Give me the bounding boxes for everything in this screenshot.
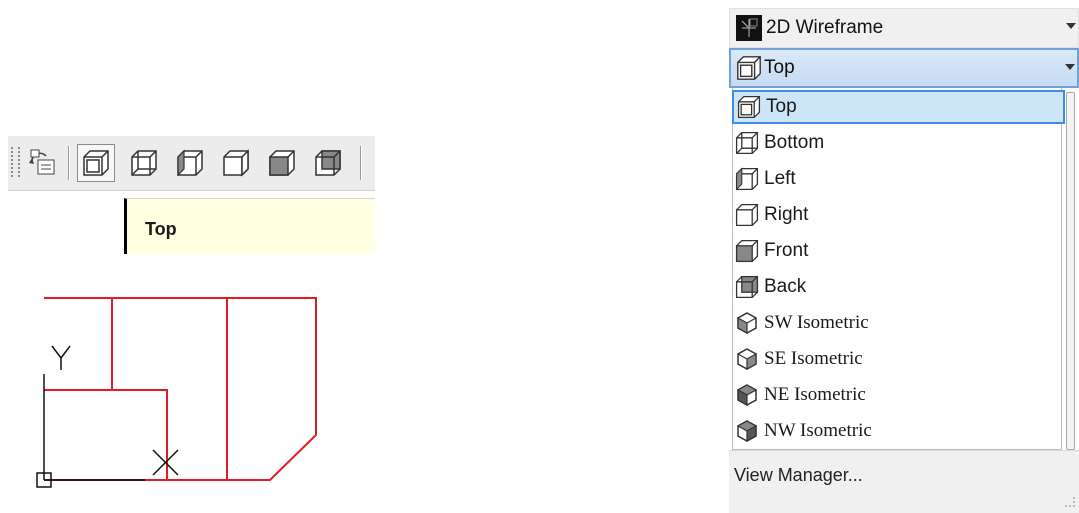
resize-grip[interactable] [1065,497,1075,507]
view-item-label: NW Isometric [764,420,872,441]
ucs-icon [36,345,179,488]
view-item-label: NE Isometric [764,384,866,405]
view-item-front[interactable]: Front [732,234,1065,268]
view-item-label: Back [764,276,807,297]
view-manager-footer: View Manager... [729,450,1079,513]
view-manager-link[interactable]: View Manager... [734,465,863,486]
left-view-button[interactable] [171,144,209,182]
list-scrollbar[interactable] [1066,92,1075,450]
view-toolbar [8,136,375,191]
view-item-ne-isometric[interactable]: NE Isometric [732,378,1065,412]
top-view-button[interactable] [77,144,115,182]
view-item-label: Left [764,168,796,189]
view-tooltip: Top [124,198,375,254]
view-item-top[interactable]: Top [732,90,1065,124]
toolbar-separator [360,146,362,180]
view-item-label: Front [764,240,809,261]
view-item-label: Top [766,96,797,117]
wireframe-icon [736,15,762,41]
view-back-icon [735,275,759,299]
named-views-icon [29,149,55,175]
view-item-label: SE Isometric [764,348,863,369]
view-right-icon [735,203,759,227]
view-item-label: Right [764,204,809,225]
toolbar-separator [68,146,70,180]
view-back-icon [315,150,341,176]
view-top-icon [737,56,761,80]
chevron-down-icon[interactable] [1066,23,1076,29]
view-right-icon [223,149,249,177]
right-view-button[interactable] [217,144,255,182]
view-bottom-icon [131,150,157,176]
front-view-button[interactable] [263,144,301,182]
view-bottom-icon [735,131,759,155]
se-isometric-icon [737,348,757,371]
view-combo[interactable]: Top [729,48,1079,88]
current-view-value: Top [764,57,795,78]
view-item-bottom[interactable]: Bottom [732,126,1065,160]
view-top-icon [737,95,761,119]
red-outline [44,297,317,481]
view-front-icon [269,150,295,176]
view-left-icon [177,149,203,177]
view-controls-panel: 2D Wireframe Top Top Bottom Left Right F… [729,0,1079,513]
view-item-sw-isometric[interactable]: SW Isometric [732,306,1065,340]
view-item-back[interactable]: Back [732,270,1065,304]
visual-style-combo[interactable]: 2D Wireframe [729,8,1079,48]
sw-isometric-icon [737,312,757,335]
visual-style-value: 2D Wireframe [766,17,884,38]
named-views-button[interactable] [24,144,62,182]
ne-isometric-icon [736,384,758,407]
toolbar-grip[interactable] [11,147,20,177]
view-item-left[interactable]: Left [732,162,1065,196]
chevron-down-icon[interactable] [1065,64,1075,70]
view-front-icon [735,239,759,263]
view-item-se-isometric[interactable]: SE Isometric [732,342,1065,376]
view-item-nw-isometric[interactable]: NW Isometric [732,414,1065,448]
view-item-label: Bottom [764,132,825,153]
top-view-drawing [36,297,317,488]
back-view-button[interactable] [309,144,347,182]
bottom-view-button[interactable] [125,144,163,182]
view-item-label: SW Isometric [764,312,869,333]
nw-isometric-icon [736,420,758,443]
view-item-right[interactable]: Right [732,198,1065,232]
tooltip-text: Top [145,219,177,239]
view-left-icon [735,167,759,191]
view-top-icon [83,150,109,176]
